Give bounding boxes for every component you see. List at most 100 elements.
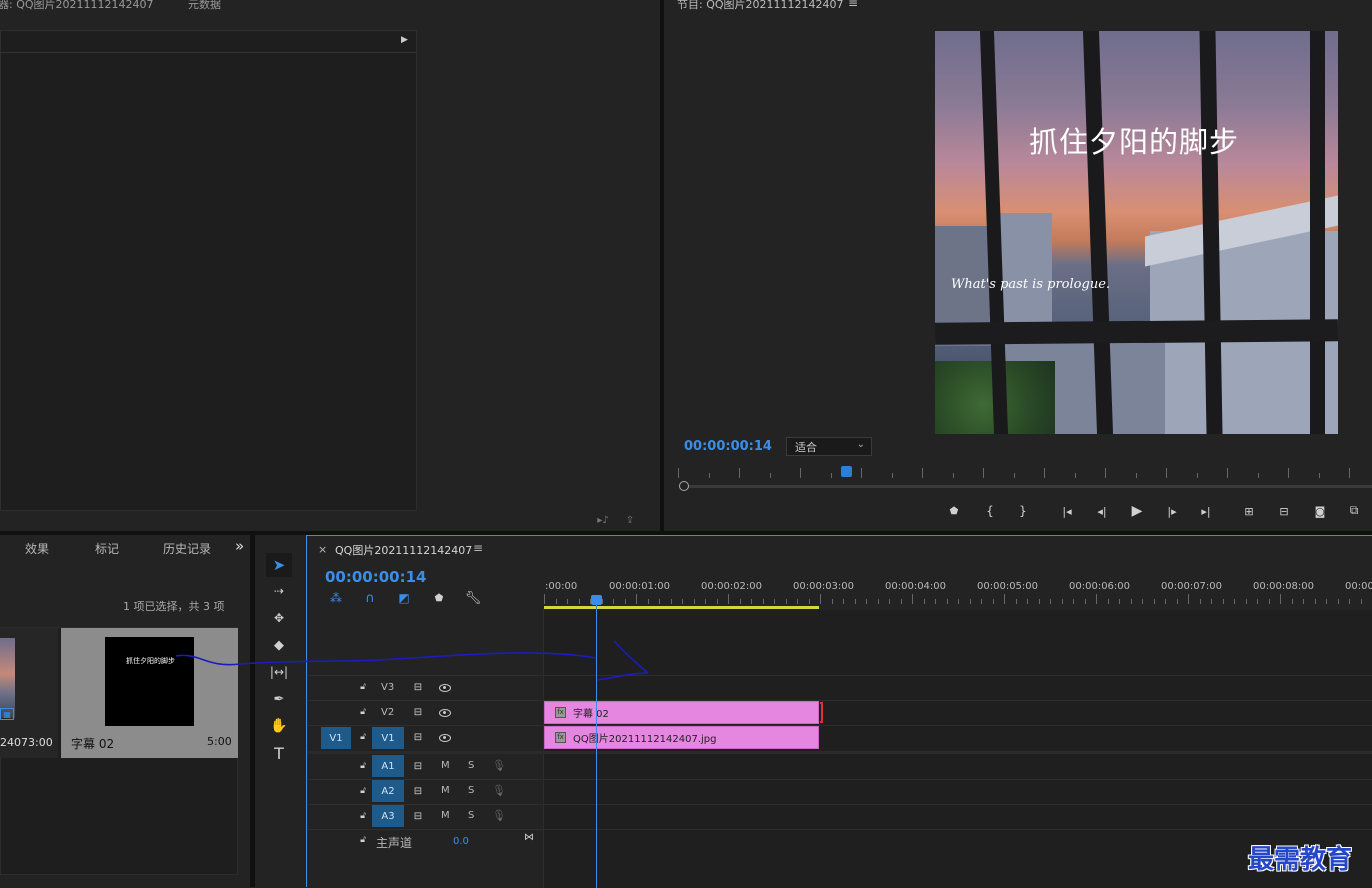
type-tool-icon[interactable]: T (266, 742, 292, 764)
ruler-tick (1153, 599, 1155, 604)
mark-out-icon[interactable]: } (1015, 503, 1031, 519)
program-ruler-tick (678, 468, 679, 478)
work-area-bar[interactable] (544, 606, 819, 609)
source-panel-title[interactable]: 器: QQ图片20211112142407 (0, 0, 154, 12)
ruler-tick (1188, 594, 1189, 604)
bowtie-icon[interactable]: ⋈ (522, 831, 536, 843)
sync-lock-icon[interactable]: ⊟ (411, 809, 425, 823)
ruler-tick (1073, 599, 1074, 604)
ripple-edit-tool-icon[interactable]: ✥ (266, 607, 292, 629)
solo-button[interactable]: S (468, 760, 474, 771)
microphone-icon[interactable]: 🎙︎ (492, 758, 506, 772)
eye-icon[interactable] (438, 733, 452, 743)
close-tab-icon[interactable]: × (318, 543, 327, 556)
sync-lock-icon[interactable]: ⊟ (411, 730, 425, 744)
track-target-v1[interactable]: V1 (372, 727, 404, 749)
step-back-icon[interactable]: ◂| (1093, 503, 1111, 519)
extract-icon[interactable]: ⊟ (1274, 503, 1294, 519)
lock-icon[interactable]: 🔓︎ (357, 833, 369, 847)
track-label-v3[interactable]: V3 (381, 682, 394, 693)
go-to-in-icon[interactable]: |◂ (1058, 503, 1076, 519)
sync-lock-icon[interactable]: ⊟ (411, 759, 425, 773)
ruler-tick (601, 599, 603, 604)
timeline-timecode[interactable]: 00:00:00:14 (325, 568, 427, 586)
sync-lock-icon[interactable]: ⊟ (411, 784, 425, 798)
image-clip[interactable]: fx QQ图片20211112142407.jpg (544, 726, 819, 749)
solo-button[interactable]: S (468, 810, 474, 821)
track-target-a1[interactable]: A1 (372, 755, 404, 777)
mark-in-icon[interactable]: { (982, 503, 998, 519)
timeline-menu-icon[interactable]: ≡ (473, 541, 483, 555)
title-clip[interactable]: fx 字幕 02 (544, 701, 819, 724)
snap-magnet-icon[interactable]: ∩ (361, 590, 379, 606)
nest-toggle-icon[interactable]: ⁂ (327, 590, 345, 606)
program-panel-title[interactable]: 节目: QQ图片20211112142407 (677, 0, 844, 12)
timeline-playhead-handle[interactable] (591, 595, 602, 605)
panel-menu-icon[interactable]: ≡ (848, 0, 858, 10)
audio-output-icon[interactable]: ▸♪ (595, 513, 611, 527)
ruler-tick (900, 599, 902, 604)
play-icon[interactable]: ▶ (1128, 502, 1146, 520)
lock-icon[interactable]: 🔓︎ (357, 730, 369, 744)
eye-icon[interactable] (438, 683, 452, 693)
mute-button[interactable]: M (441, 785, 450, 796)
tab-markers[interactable]: 标记 (95, 540, 119, 557)
sync-lock-icon[interactable]: ⊟ (411, 705, 425, 719)
step-forward-icon[interactable]: |▸ (1163, 503, 1181, 519)
lock-icon[interactable]: 🔓︎ (357, 784, 369, 798)
track-select-tool-icon[interactable]: ⇢ (266, 580, 292, 602)
ruler-label: 00:00:04:00 (885, 581, 947, 592)
wrench-settings-icon[interactable]: 🔧︎ (464, 590, 482, 606)
ruler-tick (969, 599, 971, 604)
mute-button[interactable]: M (441, 760, 450, 771)
lift-icon[interactable]: ⊞ (1239, 503, 1259, 519)
solo-button[interactable]: S (468, 785, 474, 796)
lock-icon[interactable]: 🔓︎ (357, 705, 369, 719)
microphone-icon[interactable]: 🎙︎ (492, 783, 506, 797)
track-target-a3[interactable]: A3 (372, 805, 404, 827)
track-target-a2[interactable]: A2 (372, 780, 404, 802)
sync-lock-icon[interactable]: ⊟ (411, 680, 425, 694)
lock-icon[interactable]: 🔓︎ (357, 809, 369, 823)
project-item-title[interactable]: 抓住夕阳的脚步 字幕 02 5:00 (61, 628, 238, 758)
linked-selection-icon[interactable]: ◩ (395, 590, 413, 606)
slip-tool-icon[interactable]: |↔| (266, 661, 292, 683)
pen-tool-icon[interactable]: ✒ (266, 688, 292, 710)
timeline-playhead-line[interactable] (596, 602, 597, 888)
program-ruler-tick (1196, 473, 1198, 478)
fit-dropdown[interactable]: 适合 ⌄ (786, 437, 872, 456)
more-tabs-icon[interactable]: » (235, 537, 244, 555)
track-label-v2[interactable]: V2 (381, 707, 394, 718)
zoom-handle-circle[interactable] (679, 481, 689, 491)
razor-tool-icon[interactable]: ◆ (266, 634, 292, 656)
play-arrow-icon[interactable]: ▶ (401, 35, 408, 45)
video-subtitle-overlay: What's past is prologue. (951, 277, 1111, 292)
tab-effects[interactable]: 效果 (25, 540, 49, 557)
project-item-image[interactable]: ▦ 2407 3:00 (0, 628, 58, 758)
track-divider (307, 675, 1372, 676)
mute-button[interactable]: M (441, 810, 450, 821)
microphone-icon[interactable]: 🎙︎ (492, 808, 506, 822)
go-to-out-icon[interactable]: ▸| (1197, 503, 1215, 519)
program-zoom-bar[interactable] (684, 485, 1372, 488)
selection-tool-icon[interactable]: ➤ (266, 553, 292, 577)
metadata-tab[interactable]: 元数据 (188, 0, 221, 12)
comparison-view-icon[interactable]: ⧉ (1344, 501, 1364, 519)
source-patch-v1[interactable]: V1 (321, 727, 351, 749)
program-timecode[interactable]: 00:00:00:14 (684, 439, 772, 454)
timeline-tab-title[interactable]: QQ图片20211112142407 (335, 542, 472, 558)
add-marker-icon[interactable]: ⬟ (431, 590, 447, 606)
eye-icon[interactable] (438, 708, 452, 718)
lock-icon[interactable]: 🔓︎ (357, 759, 369, 773)
program-playhead[interactable] (841, 466, 852, 477)
add-marker-icon[interactable]: ⬟ (946, 503, 962, 519)
tab-history[interactable]: 历史记录 (163, 540, 211, 557)
camera-icon[interactable]: ◙ (1311, 503, 1329, 519)
program-time-ruler[interactable] (678, 466, 1368, 480)
ruler-tick (1314, 599, 1316, 604)
export-frame-icon[interactable]: ⇪ (622, 513, 638, 527)
hand-tool-icon[interactable]: ✋ (266, 715, 292, 737)
master-volume-value[interactable]: 0.0 (453, 836, 469, 847)
program-ruler-tick (830, 473, 832, 478)
lock-icon[interactable]: 🔓︎ (357, 680, 369, 694)
